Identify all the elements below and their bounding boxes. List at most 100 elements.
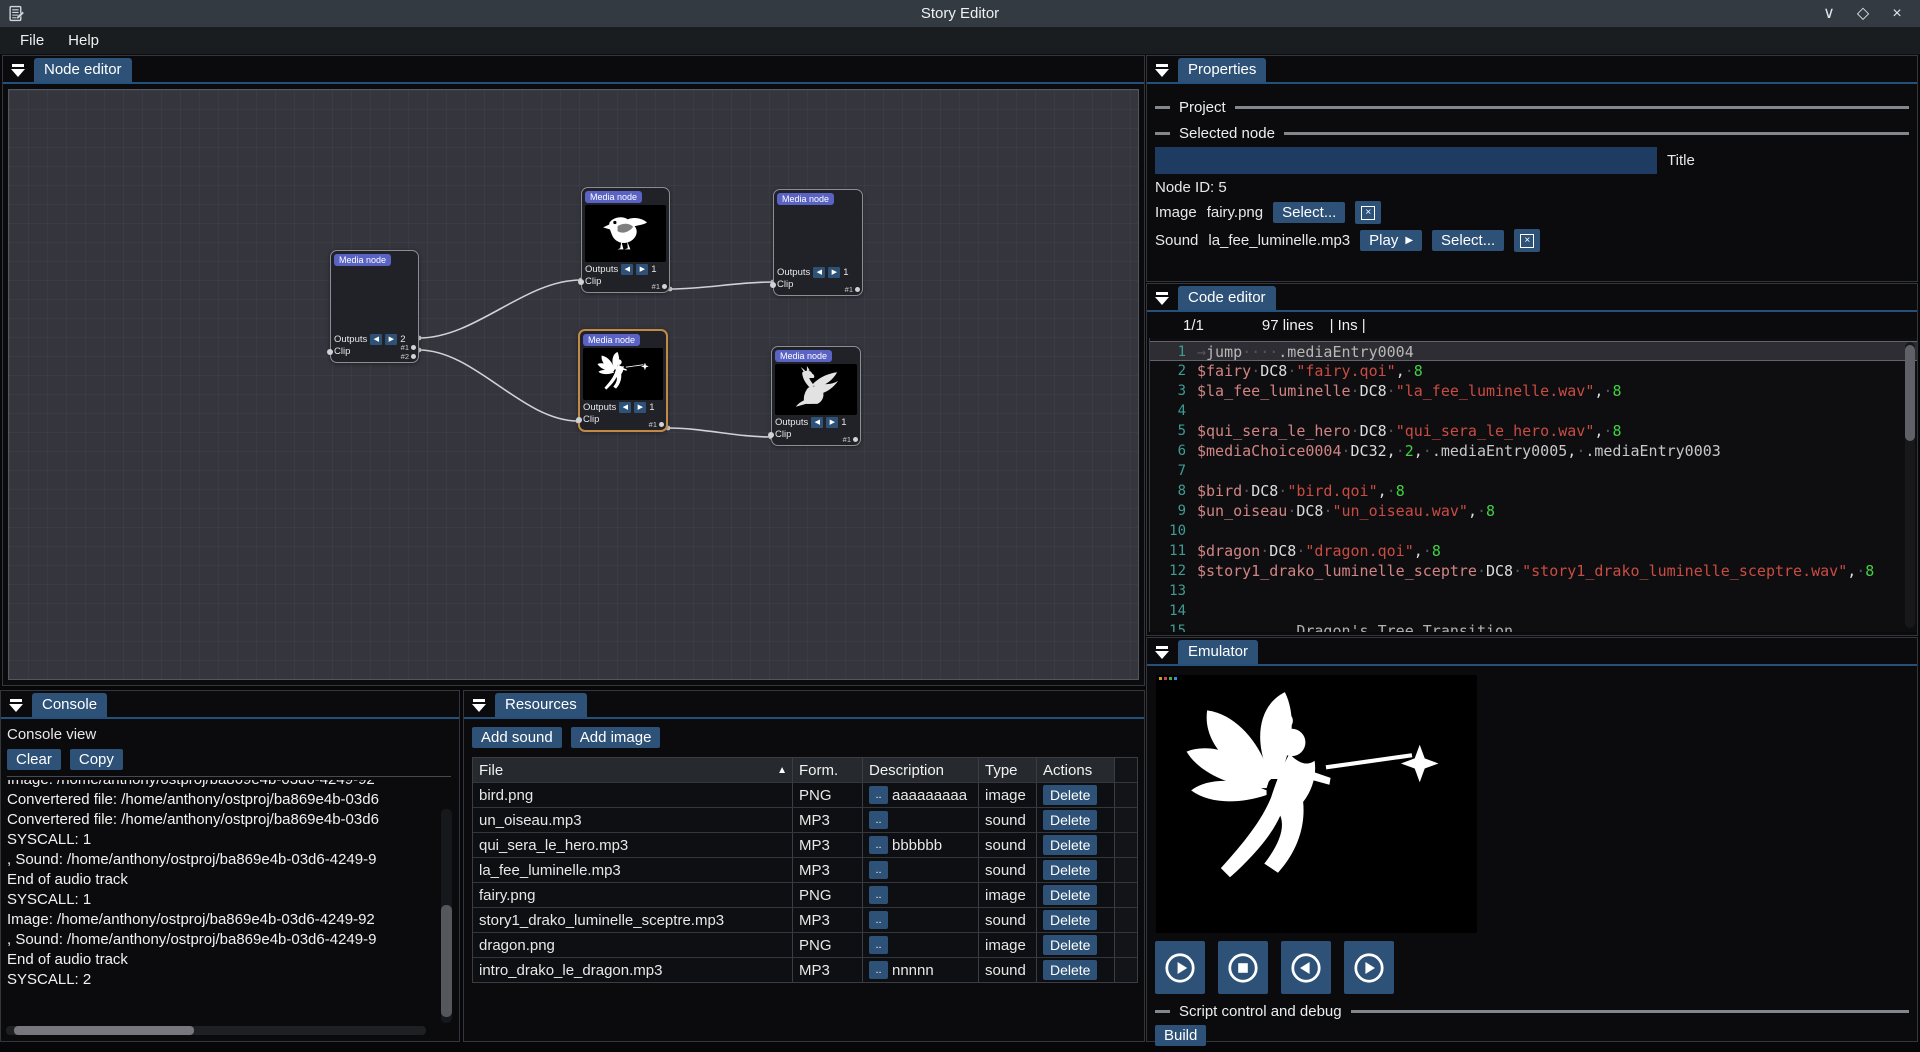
table-scroll-gutter[interactable] (1115, 908, 1137, 932)
delete-button[interactable]: Delete (1043, 885, 1097, 905)
table-row[interactable]: bird.pngPNG..aaaaaaaaaimageDelete (473, 782, 1137, 807)
media-node[interactable]: Media nodeOutputs◀▶1Clip#1 (578, 329, 668, 432)
description-edit-button[interactable]: .. (869, 786, 888, 804)
console-vscroll-thumb[interactable] (441, 905, 452, 1017)
menu-item-help[interactable]: Help (56, 29, 111, 52)
table-row[interactable]: qui_sera_le_hero.mp3MP3..bbbbbbsoundDele… (473, 832, 1137, 857)
column-header-file[interactable]: File▲ (473, 758, 793, 782)
code-line[interactable]: 11$dragon·DC8·"dragon.qoi",·8 (1150, 541, 1917, 561)
delete-button[interactable]: Delete (1043, 835, 1097, 855)
description-edit-button[interactable]: .. (869, 836, 888, 854)
collapse-icon[interactable] (1155, 646, 1169, 659)
outputs-decrement-button[interactable]: ◀ (813, 267, 825, 278)
code-line[interactable]: 6$mediaChoice0004·DC32,·2,·.mediaEntry00… (1150, 441, 1917, 461)
sound-play-button[interactable]: Play▶ (1360, 230, 1422, 251)
collapse-icon[interactable] (1155, 64, 1169, 77)
table-row[interactable]: intro_drako_le_dragon.mp3MP3..nnnnnsound… (473, 957, 1137, 982)
build-button[interactable]: Build (1155, 1025, 1206, 1046)
code-line[interactable]: 10 (1150, 521, 1917, 541)
column-header-form[interactable]: Form. (793, 758, 863, 782)
table-scroll-gutter[interactable] (1115, 858, 1137, 882)
table-scroll-gutter[interactable] (1115, 833, 1137, 857)
code-scrollbar-thumb[interactable] (1905, 345, 1915, 441)
tab-node-editor[interactable]: Node editor (34, 58, 132, 82)
forward-button[interactable] (1344, 941, 1394, 994)
back-button[interactable] (1281, 941, 1331, 994)
copy-button[interactable]: Copy (70, 749, 123, 770)
add-sound-button[interactable]: Add sound (472, 727, 562, 748)
code-line[interactable]: 12$story1_drako_luminelle_sceptre·DC8·"s… (1150, 561, 1917, 581)
console-hscroll-thumb[interactable] (14, 1026, 194, 1035)
title-input[interactable] (1155, 147, 1657, 174)
table-row[interactable]: la_fee_luminelle.mp3MP3..soundDelete (473, 857, 1137, 882)
description-edit-button[interactable]: .. (869, 961, 888, 979)
table-row[interactable]: un_oiseau.mp3MP3..soundDelete (473, 807, 1137, 832)
delete-button[interactable]: Delete (1043, 935, 1097, 955)
code-line[interactable]: 1→jump····.mediaEntry0004 (1150, 341, 1917, 361)
description-edit-button[interactable]: .. (869, 936, 888, 954)
media-node[interactable]: Media nodeOutputs◀▶1Clip#1 (771, 346, 861, 446)
delete-button[interactable]: Delete (1043, 960, 1097, 980)
code-area[interactable]: 1→jump····.mediaEntry00042$fairy·DC8·"fa… (1149, 338, 1917, 632)
media-node[interactable]: Media nodeOutputs◀▶1Clip#1 (581, 187, 670, 293)
collapse-icon[interactable] (9, 699, 23, 712)
delete-button[interactable]: Delete (1043, 860, 1097, 880)
outputs-decrement-button[interactable]: ◀ (621, 264, 633, 275)
code-line[interactable]: 7 (1150, 461, 1917, 481)
collapse-icon[interactable] (11, 64, 25, 77)
outputs-decrement-button[interactable]: ◀ (811, 417, 823, 428)
delete-button[interactable]: Delete (1043, 910, 1097, 930)
code-line[interactable]: 9$un_oiseau·DC8·"un_oiseau.wav",·8 (1150, 501, 1917, 521)
tab-code-editor[interactable]: Code editor (1178, 286, 1276, 310)
code-line[interactable]: 5$qui_sera_le_hero·DC8·"qui_sera_le_hero… (1150, 421, 1917, 441)
stop-button[interactable] (1218, 941, 1268, 994)
console-vscrollbar[interactable] (441, 809, 452, 1023)
output-pin[interactable]: #1 (845, 285, 860, 294)
play-button[interactable] (1155, 941, 1205, 994)
collapse-icon[interactable] (472, 699, 486, 712)
code-line[interactable]: 2$fairy·DC8·"fairy.qoi",·8 (1150, 361, 1917, 381)
output-pin[interactable]: #1 (652, 282, 667, 291)
output-pin[interactable]: #1 (649, 420, 664, 429)
outputs-decrement-button[interactable]: ◀ (370, 334, 382, 345)
table-scroll-gutter[interactable] (1115, 883, 1137, 907)
table-scroll-gutter[interactable] (1115, 933, 1137, 957)
tab-console[interactable]: Console (32, 693, 107, 717)
description-edit-button[interactable]: .. (869, 911, 888, 929)
description-edit-button[interactable]: .. (869, 861, 888, 879)
description-edit-button[interactable]: .. (869, 886, 888, 904)
outputs-increment-button[interactable]: ▶ (634, 402, 646, 413)
tab-emulator[interactable]: Emulator (1178, 640, 1258, 664)
table-scroll-gutter[interactable] (1115, 958, 1137, 982)
outputs-increment-button[interactable]: ▶ (828, 267, 840, 278)
clear-button[interactable]: Clear (7, 749, 61, 770)
code-line[interactable]: 14 (1150, 601, 1917, 621)
add-image-button[interactable]: Add image (571, 727, 661, 748)
column-header-type[interactable]: Type (979, 758, 1037, 782)
media-node[interactable]: Media nodeOutputs◀▶1Clip#1 (773, 189, 863, 296)
tab-resources[interactable]: Resources (495, 693, 587, 717)
collapse-icon[interactable] (1155, 292, 1169, 305)
code-line[interactable]: 4 (1150, 401, 1917, 421)
delete-button[interactable]: Delete (1043, 810, 1097, 830)
media-node[interactable]: Media nodeOutputs◀▶2Clip#1#2 (330, 250, 419, 363)
sound-clear-button[interactable]: × (1514, 229, 1540, 252)
code-line[interactable]: 3$la_fee_luminelle·DC8·"la_fee_luminelle… (1150, 381, 1917, 401)
maximize-button[interactable]: ◇ (1854, 0, 1872, 27)
output-pin[interactable]: #1 (843, 435, 858, 444)
column-header-actions[interactable]: Actions (1037, 758, 1115, 782)
outputs-increment-button[interactable]: ▶ (636, 264, 648, 275)
delete-button[interactable]: Delete (1043, 785, 1097, 805)
image-select-button[interactable]: Select... (1273, 202, 1345, 223)
table-row[interactable]: story1_drako_luminelle_sceptre.mp3MP3..s… (473, 907, 1137, 932)
column-header-description[interactable]: Description (863, 758, 979, 782)
table-scroll-gutter[interactable] (1115, 808, 1137, 832)
outputs-increment-button[interactable]: ▶ (826, 417, 838, 428)
table-scroll-gutter[interactable] (1115, 758, 1137, 782)
table-row[interactable]: dragon.pngPNG..imageDelete (473, 932, 1137, 957)
node-canvas[interactable]: Media nodeOutputs◀▶2Clip#1#2 Media nodeOu… (8, 89, 1139, 680)
image-clear-button[interactable]: × (1355, 201, 1381, 224)
tab-properties[interactable]: Properties (1178, 58, 1266, 82)
output-pin[interactable]: #1 (401, 343, 416, 352)
minimize-button[interactable]: ∨ (1820, 0, 1838, 27)
